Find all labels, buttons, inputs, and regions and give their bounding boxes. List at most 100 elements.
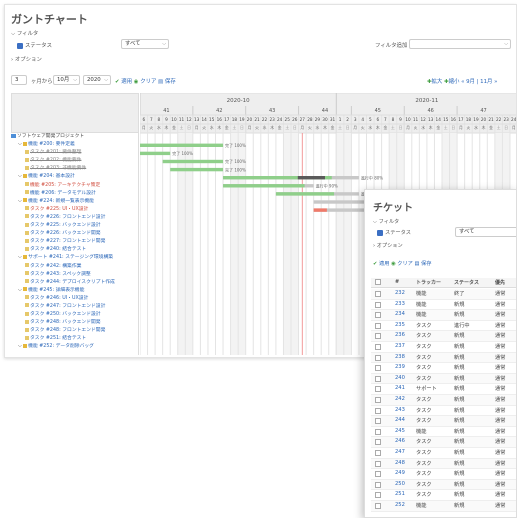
row-checkbox[interactable] [375, 418, 381, 425]
ticket-id[interactable]: 241 [395, 385, 405, 391]
ticket-clear-button[interactable]: クリア [397, 261, 413, 267]
gantt-bar[interactable] [140, 151, 171, 156]
tree-row[interactable]: タスク #246: UI・UX設計 [11, 295, 139, 303]
tree-row[interactable]: タスク #250: バックエンド設計 [11, 311, 139, 319]
save-button[interactable]: 保存 [165, 79, 176, 85]
ticket-id[interactable]: 232 [395, 290, 405, 296]
row-checkbox[interactable] [375, 492, 381, 499]
gantt-bar[interactable] [140, 143, 224, 147]
tree-row[interactable]: タスク #225: UI・UX設計 [11, 206, 139, 214]
tree-row[interactable]: タスク #248: フロントエンド開発 [11, 327, 139, 335]
ticket-save-button[interactable]: 保存 [421, 261, 431, 267]
tree-row[interactable]: ⌵ 機能 #245: 詳細表示機能 [11, 287, 139, 295]
ticket-id[interactable]: 249 [395, 470, 405, 476]
select-all-checkbox[interactable] [375, 279, 381, 285]
tree-row[interactable]: タスク #226: バックエンド開発 [11, 230, 139, 238]
ticket-id[interactable]: 237 [395, 343, 405, 349]
ticket-id[interactable]: 240 [395, 375, 405, 381]
table-row[interactable]: 234 機能 新規 通常 [371, 310, 516, 321]
row-checkbox[interactable] [375, 333, 381, 340]
ticket-id[interactable]: 238 [395, 354, 405, 360]
tree-row[interactable]: タスク #242: 構築作業 [11, 263, 139, 271]
row-checkbox[interactable] [375, 439, 381, 446]
month-select[interactable]: 10月 ⌵ [53, 75, 80, 85]
table-row[interactable]: 241 サポート 新規 通常 [371, 384, 516, 395]
ticket-id[interactable]: 247 [395, 449, 405, 455]
tree-row[interactable]: タスク #203: 非機能要件 [11, 165, 139, 173]
row-checkbox[interactable] [375, 428, 381, 435]
table-row[interactable]: 249 タスク 新規 通常 [371, 469, 516, 480]
tree-row[interactable]: タスク #225: バックエンド設計 [11, 222, 139, 230]
row-checkbox[interactable] [375, 397, 381, 403]
ticket-id[interactable]: 233 [395, 301, 405, 307]
tree-row[interactable]: タスク #240: 結合テスト [11, 246, 139, 254]
table-row[interactable]: 238 タスク 新規 通常 [371, 352, 516, 364]
table-row[interactable]: 237 タスク 新規 通常 [371, 342, 516, 353]
add-filter-select[interactable]: ⌵ [409, 39, 511, 49]
months-input[interactable]: 3 [11, 75, 27, 85]
apply-button[interactable]: 適用 [121, 79, 132, 85]
table-row[interactable]: 240 タスク 新規 通常 [371, 373, 516, 385]
tree-row[interactable]: タスク #201: 要件整理 [11, 149, 139, 157]
row-checkbox[interactable] [375, 407, 381, 414]
tree-row[interactable]: 機能 #205: アーキテクチャ策定 [11, 182, 139, 190]
gantt-bar[interactable] [162, 159, 224, 164]
row-checkbox[interactable] [375, 386, 381, 393]
ticket-id[interactable]: 251 [395, 491, 405, 497]
tree-row[interactable]: タスク #227: フロントエンド開発 [11, 238, 139, 246]
tree-row[interactable]: ⌵ 機能 #204: 基本設計 [11, 173, 139, 181]
ticket-id[interactable]: 234 [395, 311, 405, 317]
tree-row[interactable]: タスク #226: フロントエンド設計 [11, 214, 139, 222]
table-row[interactable]: 233 機能 新規 通常 [371, 300, 516, 311]
tree-row[interactable]: ⌵ 機能 #200: 要件定義 [11, 141, 139, 149]
row-checkbox[interactable] [375, 312, 381, 319]
tree-row[interactable]: ⌵ サポート #241: ステージング環境構築 [11, 254, 139, 262]
row-checkbox[interactable] [375, 450, 381, 456]
table-row[interactable]: 236 タスク 新規 通常 [371, 331, 516, 342]
ticket-filter-toggle[interactable]: ⌵ フィルタ [373, 218, 399, 226]
ticket-apply-button[interactable]: 適用 [379, 261, 389, 267]
ticket-id[interactable]: 248 [395, 460, 405, 466]
row-checkbox[interactable] [375, 344, 381, 350]
status-checkbox[interactable] [17, 42, 23, 49]
table-row[interactable]: 243 タスク 新規 通常 [371, 406, 516, 417]
row-checkbox[interactable] [375, 291, 381, 297]
table-row[interactable]: 244 タスク 新規 通常 [371, 416, 516, 427]
table-row[interactable]: 252 機能 新規 通常 [371, 501, 516, 512]
ticket-status-checkbox[interactable] [377, 229, 383, 236]
ticket-id[interactable]: 246 [395, 438, 405, 444]
row-checkbox[interactable] [375, 322, 381, 329]
ticket-id[interactable]: 243 [395, 407, 405, 413]
tree-row[interactable]: タスク #244: デプロイスクリプト作成 [11, 279, 139, 287]
zoom-out-button[interactable]: 縮小 [449, 79, 460, 85]
table-row[interactable]: 242 タスク 新規 通常 [371, 395, 516, 406]
ticket-id[interactable]: 235 [395, 322, 405, 328]
col-id[interactable]: # [395, 279, 399, 285]
zoom-in-button[interactable]: 拡大 [432, 79, 443, 85]
ticket-id[interactable]: 250 [395, 481, 405, 487]
tree-row[interactable]: タスク #251: 結合テスト [11, 335, 139, 343]
col-priority[interactable]: 優先 [495, 279, 505, 286]
row-checkbox[interactable] [375, 481, 381, 488]
row-checkbox[interactable] [375, 301, 381, 308]
gantt-bar[interactable] [170, 167, 224, 172]
tree-row[interactable]: タスク #248: バックエンド開発 [11, 319, 139, 327]
row-checkbox[interactable] [375, 375, 381, 382]
row-checkbox[interactable] [375, 460, 381, 467]
year-select[interactable]: 2020 ⌵ [83, 75, 111, 85]
options-toggle[interactable]: › オプション [11, 55, 42, 63]
ticket-id[interactable]: 245 [395, 428, 405, 434]
status-select[interactable]: すべて ⌵ [121, 39, 169, 49]
table-row[interactable]: 248 タスク 新規 通常 [371, 458, 516, 470]
clear-button[interactable]: クリア [140, 79, 156, 85]
row-checkbox[interactable] [375, 503, 381, 509]
row-checkbox[interactable] [375, 354, 381, 361]
ticket-id[interactable]: 244 [395, 417, 405, 423]
table-row[interactable]: 251 タスク 新規 通常 [371, 490, 516, 501]
row-checkbox[interactable] [375, 365, 381, 372]
col-tracker[interactable]: トラッカー [416, 279, 441, 286]
tree-row[interactable]: ⌵ 機能 #252: データ削除バッグ [11, 343, 139, 351]
table-row[interactable]: 245 機能 新規 通常 [371, 427, 516, 438]
ticket-id[interactable]: 252 [395, 502, 405, 508]
table-row[interactable]: 235 タスク 進行中 通常 [371, 321, 516, 332]
